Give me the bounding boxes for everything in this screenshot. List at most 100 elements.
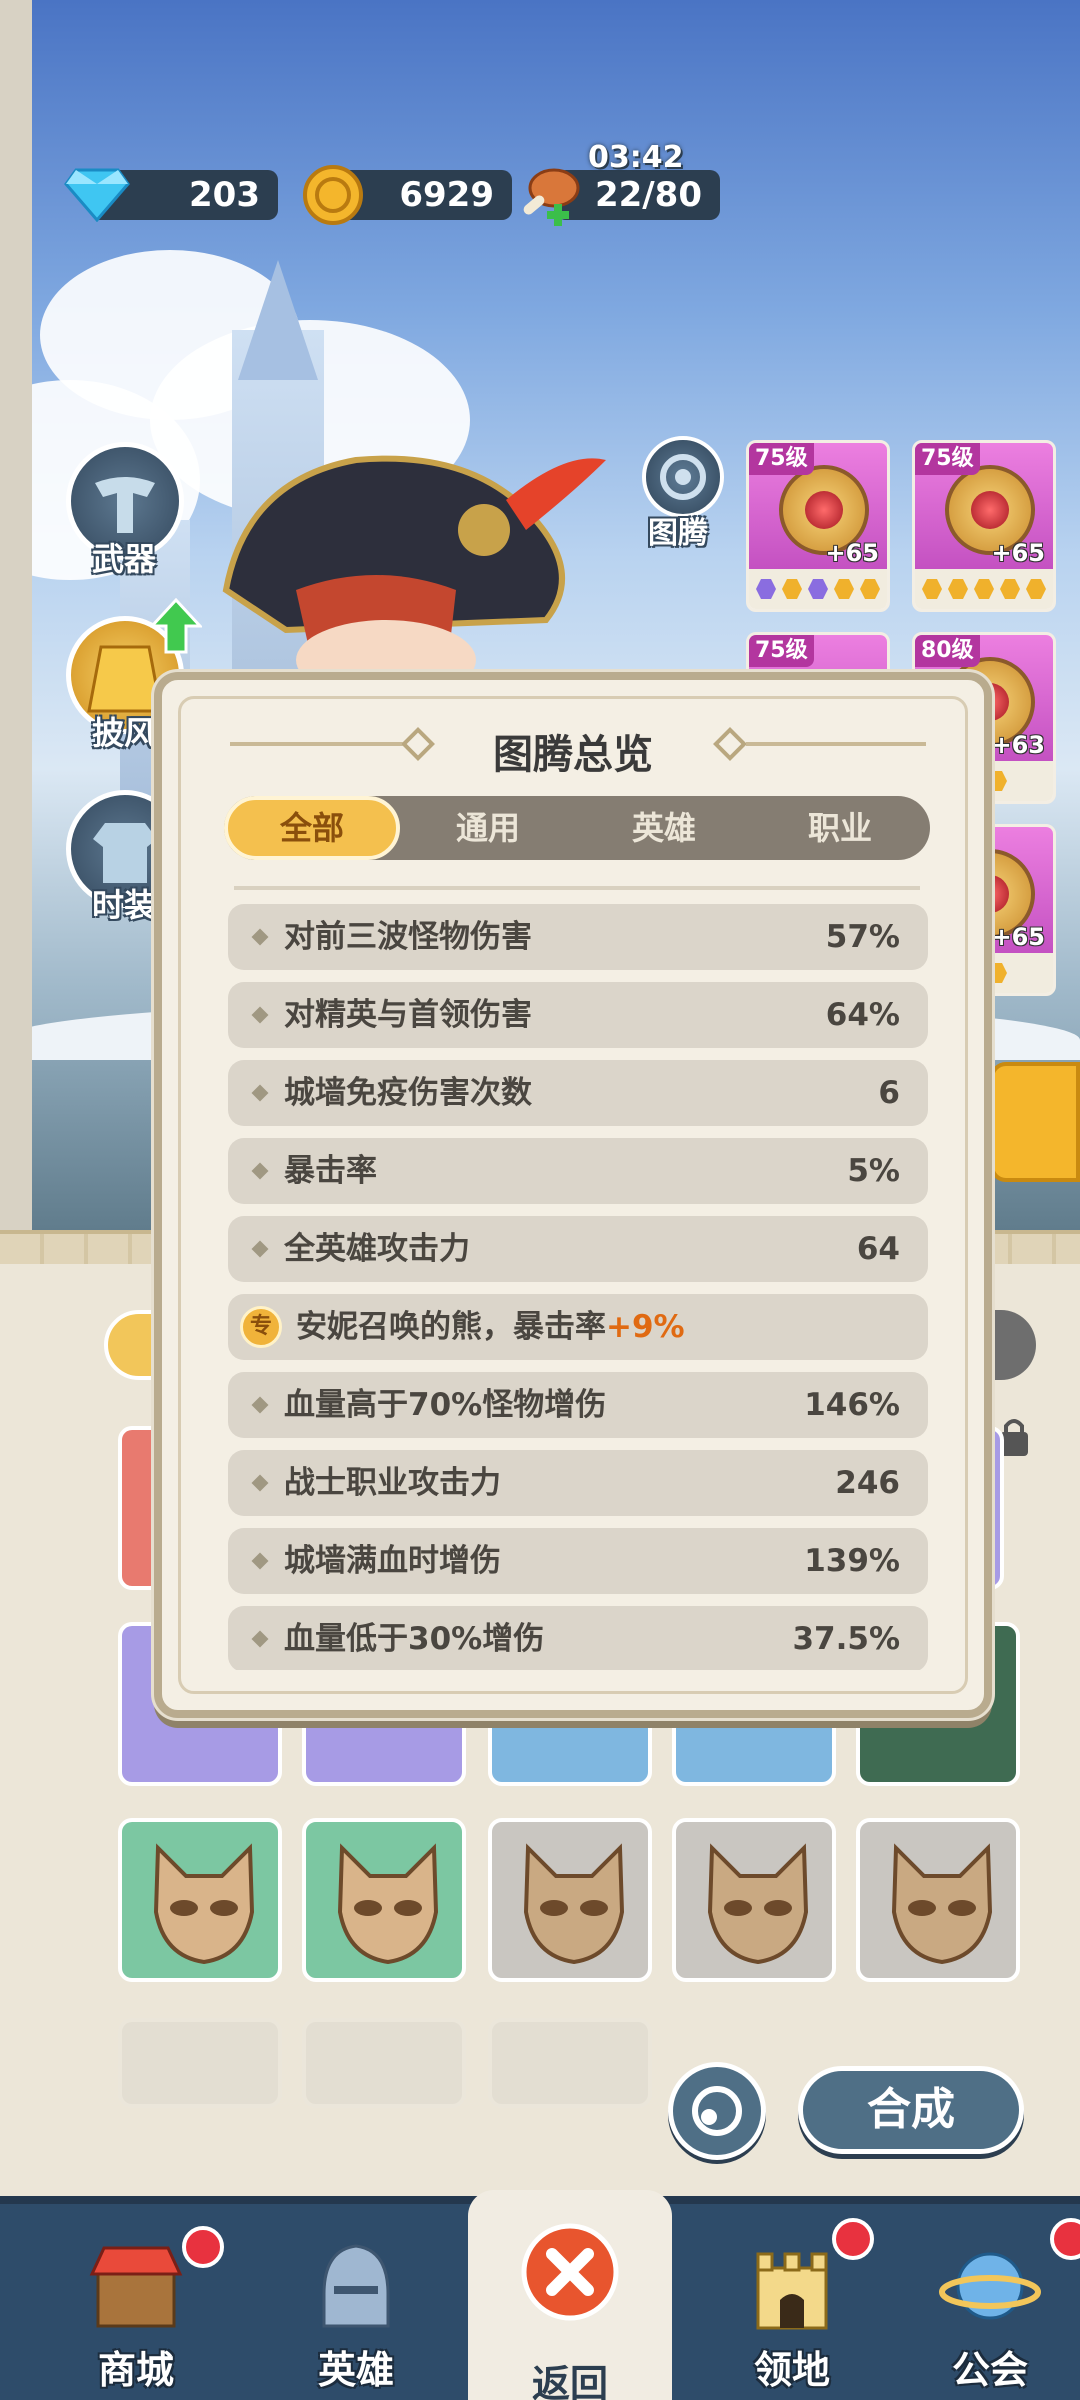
nav-territory-label: 领地 [753, 2348, 830, 2392]
tab-hero[interactable]: 英雄 [576, 796, 752, 860]
totem-level: 80级 [915, 635, 980, 667]
stat-name: 全英雄攻击力 [284, 1231, 470, 1267]
stat-row: 全英雄攻击力 64 [228, 1216, 928, 1282]
auto-select-button[interactable] [668, 2062, 766, 2160]
stat-value: 64% [825, 997, 900, 1033]
stat-row: 血量高于70%怪物增伤 146% [228, 1372, 928, 1438]
nav-heroes-label: 英雄 [317, 2348, 394, 2392]
stat-row: 城墙满血时增伤 139% [228, 1528, 928, 1594]
cat-mask-icon [337, 1843, 439, 1965]
castle-icon [756, 2252, 828, 2330]
totem-slot[interactable] [672, 1818, 836, 1982]
stat-value: 5% [847, 1153, 900, 1189]
totem-slot[interactable] [488, 1818, 652, 1982]
notification-dot [182, 2226, 224, 2268]
bullet-icon [251, 1240, 269, 1258]
stat-value: 64 [856, 1231, 900, 1267]
stat-row-special: 专 安妮召唤的熊，暴击率+9% [228, 1294, 928, 1360]
stat-row: 对前三波怪物伤害 57% [228, 904, 928, 970]
dialog-header: 图腾总览 [162, 714, 984, 778]
bullet-icon [251, 1396, 269, 1414]
gold-coin-icon [303, 165, 363, 225]
totem-level: 75级 [749, 443, 814, 475]
side-tab-button[interactable] [990, 1062, 1080, 1182]
stat-value: 139% [804, 1543, 900, 1579]
cat-mask-icon [707, 1843, 809, 1965]
shop-icon [89, 2246, 183, 2328]
stat-row: 对精英与首领伤害 64% [228, 982, 928, 1048]
stat-name-text: 安妮召唤的熊，暴击率 [296, 1309, 606, 1345]
nav-guild[interactable]: 公会 [900, 2204, 1080, 2400]
stat-row: 城墙免疫伤害次数 6 [228, 1060, 928, 1126]
stat-name: 安妮召唤的熊，暴击率+9% [296, 1294, 685, 1360]
upgrade-arrow-icon [150, 598, 202, 654]
bullet-icon [251, 1630, 269, 1648]
cat-mask-icon [891, 1843, 993, 1965]
stat-name: 战士职业攻击力 [284, 1465, 501, 1501]
totem-level: 75级 [749, 635, 814, 667]
stat-value: 146% [804, 1387, 900, 1423]
stat-name: 城墙满血时增伤 [284, 1543, 501, 1579]
list-divider [234, 886, 920, 890]
stat-name: 对前三波怪物伤害 [284, 919, 532, 955]
nav-back-label: 返回 [531, 2362, 608, 2400]
empty-slot [488, 2018, 652, 2108]
nav-territory[interactable]: 领地 [684, 2204, 900, 2400]
totem-swirl-icon [660, 454, 706, 500]
planet-icon [939, 2252, 1041, 2320]
stamina-count: 22/80 [594, 175, 702, 215]
totem-button[interactable] [642, 436, 724, 518]
empty-slot [118, 2018, 282, 2108]
nav-heroes[interactable]: 英雄 [248, 2204, 464, 2400]
bullet-icon [251, 1006, 269, 1024]
empty-slot [302, 2018, 466, 2108]
nav-guild-label: 公会 [951, 2348, 1028, 2392]
totem-card[interactable]: 75级 +65 [746, 440, 890, 612]
tab-general[interactable]: 通用 [400, 796, 576, 860]
category-tabs: 全部 通用 英雄 职业 [224, 796, 930, 860]
knight-helmet-icon [322, 2244, 390, 2328]
nav-back[interactable]: 返回 [468, 2190, 672, 2400]
diamond-icon [64, 168, 130, 222]
nav-shop[interactable]: 商城 [28, 2204, 244, 2400]
gold-count: 6929 [399, 175, 494, 215]
bullet-icon [251, 1084, 269, 1102]
weapon-label: 武器 [92, 540, 157, 578]
hero-pirate-portrait [222, 455, 606, 700]
tab-class[interactable]: 职业 [752, 796, 928, 860]
merge-button[interactable]: 合成 [798, 2066, 1024, 2154]
nav-shop-label: 商城 [97, 2348, 174, 2392]
totem-slot[interactable] [302, 1818, 466, 1982]
stat-name: 血量高于70%怪物增伤 [284, 1387, 607, 1423]
stat-name: 血量低于30%增伤 [284, 1621, 545, 1657]
notification-dot [1050, 2218, 1080, 2260]
diamond-count: 203 [189, 175, 260, 215]
stat-row: 血量低于30%增伤 37.5% [228, 1606, 928, 1670]
bullet-icon [251, 1474, 269, 1492]
tab-all[interactable]: 全部 [224, 796, 400, 860]
totem-slot[interactable] [118, 1818, 282, 1982]
bullet-icon [251, 1552, 269, 1570]
close-icon [521, 2223, 619, 2321]
stat-value: 6 [878, 1075, 900, 1111]
swirl-icon [692, 2086, 742, 2136]
totem-bonus: +65 [825, 539, 879, 567]
stat-name: 对精英与首领伤害 [284, 997, 532, 1033]
totem-slot[interactable] [856, 1818, 1020, 1982]
exclusive-badge-icon: 专 [240, 1306, 282, 1348]
bullet-icon [251, 928, 269, 946]
cat-mask-icon [523, 1843, 625, 1965]
stat-accent-value: +9% [606, 1309, 685, 1345]
totem-bonus: +65 [991, 923, 1045, 951]
stat-name: 暴击率 [284, 1153, 377, 1189]
totem-bonus: +63 [991, 731, 1045, 759]
totem-level: 75级 [915, 443, 980, 475]
totem-overview-dialog: 图腾总览 全部 通用 英雄 职业 对前三波怪物伤害 57% 对精英与首领伤害 6… [154, 672, 992, 1718]
stat-value: 246 [835, 1465, 900, 1501]
totem-card[interactable]: 75级 +65 [912, 440, 1056, 612]
notification-dot [832, 2218, 874, 2260]
stat-row: 战士职业攻击力 246 [228, 1450, 928, 1516]
stats-list[interactable]: 对前三波怪物伤害 57% 对精英与首领伤害 64% 城墙免疫伤害次数 6 暴击率… [228, 904, 928, 1670]
dialog-title: 图腾总览 [493, 732, 653, 778]
totem-label: 图腾 [648, 516, 708, 551]
